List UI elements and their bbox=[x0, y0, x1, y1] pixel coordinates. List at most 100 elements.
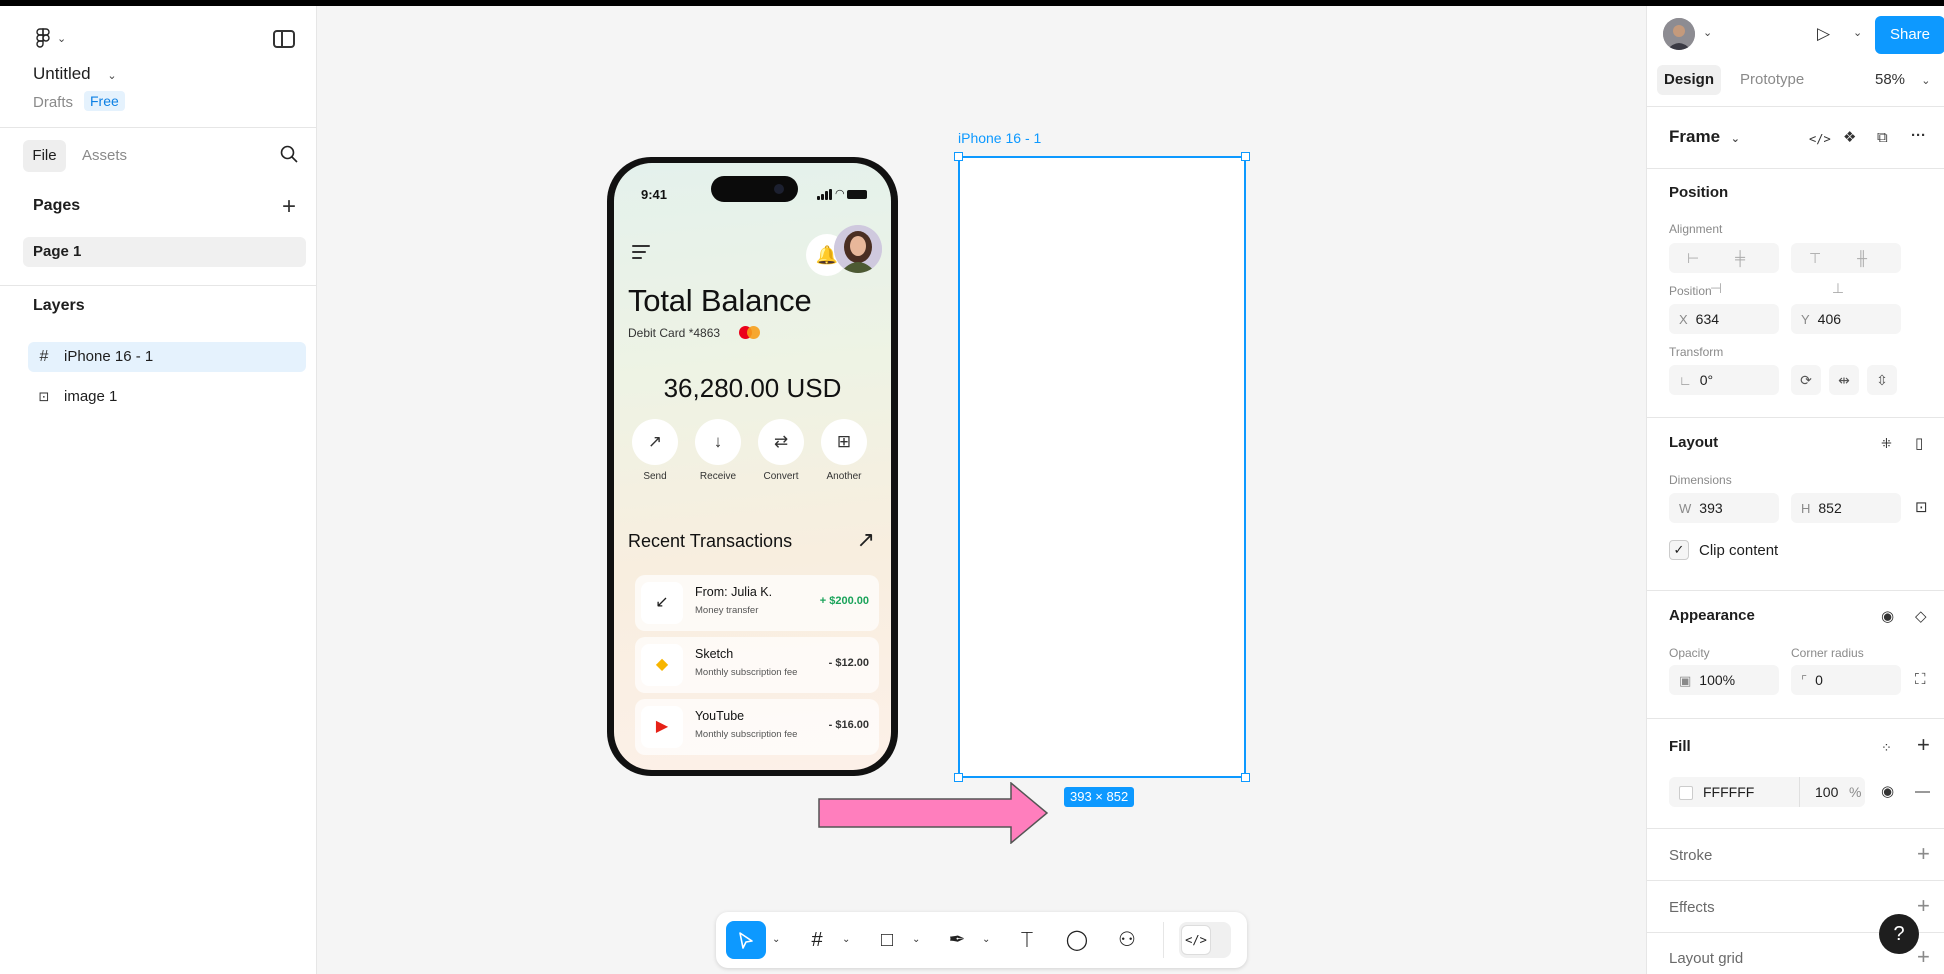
more-icon[interactable]: ··· bbox=[1911, 126, 1926, 146]
opacity-field[interactable]: ▣ 100% bbox=[1669, 665, 1779, 695]
divider bbox=[1647, 828, 1944, 829]
frame-type-dropdown[interactable]: Frame ⌄ bbox=[1669, 127, 1740, 147]
shape-tool[interactable]: □ bbox=[870, 921, 904, 959]
right-panel: ⌄ ▷ ⌄ Share Design Prototype 58% ⌄ Frame… bbox=[1646, 6, 1944, 974]
flip-horizontal-icon[interactable]: ⇹ bbox=[1829, 365, 1859, 395]
arrow-right-shape[interactable] bbox=[818, 782, 1048, 844]
chevron-down-icon[interactable]: ⌄ bbox=[772, 921, 780, 959]
width-value: 393 bbox=[1699, 500, 1723, 516]
fill-hex[interactable]: FFFFFF bbox=[1703, 784, 1754, 800]
eye-icon[interactable]: ◉ bbox=[1881, 782, 1894, 802]
remove-fill-minus-icon[interactable]: — bbox=[1915, 782, 1930, 802]
rotation-field[interactable]: ∟ 0° bbox=[1669, 365, 1779, 395]
figma-logo-icon[interactable] bbox=[35, 28, 51, 50]
resize-handle[interactable] bbox=[954, 773, 963, 782]
collapse-icon[interactable]: ⁜ bbox=[1881, 434, 1892, 454]
chevron-down-icon[interactable]: ⌄ bbox=[912, 921, 920, 959]
frame-label[interactable]: iPhone 16 - 1 bbox=[958, 130, 1041, 146]
independent-corners-icon[interactable]: ⛶ bbox=[1915, 670, 1926, 690]
resize-handle[interactable] bbox=[1241, 773, 1250, 782]
width-field[interactable]: W 393 bbox=[1669, 493, 1779, 523]
w-prefix: W bbox=[1679, 501, 1692, 516]
signal-bar bbox=[821, 194, 824, 200]
corner-radius-field[interactable]: ⌜ 0 bbox=[1791, 665, 1901, 695]
auto-layout-icon[interactable]: ▯ bbox=[1915, 434, 1923, 454]
drop-icon[interactable]: ◇ bbox=[1915, 607, 1927, 627]
mastercard-icon bbox=[739, 326, 761, 340]
chevron-down-icon[interactable]: ⌄ bbox=[982, 921, 990, 959]
layer-item-iphone-frame[interactable]: # iPhone 16 - 1 bbox=[28, 342, 306, 372]
phone-mockup-image[interactable]: 9:41 ◠ 🔔 Total Balance Debit Card *4863 … bbox=[607, 157, 898, 776]
transform-label: Transform bbox=[1669, 345, 1724, 359]
add-page-plus-icon[interactable]: + bbox=[282, 195, 296, 219]
plan-badge[interactable]: Free bbox=[84, 91, 125, 111]
styles-icon[interactable]: ⁘ bbox=[1881, 738, 1892, 758]
chevron-down-icon[interactable]: ⌄ bbox=[1703, 26, 1712, 39]
pen-tool[interactable]: ✒ bbox=[940, 921, 974, 959]
divider bbox=[1647, 590, 1944, 591]
sidebar-toggle-icon[interactable] bbox=[273, 30, 295, 48]
iphone-frame[interactable] bbox=[958, 156, 1246, 778]
code-icon[interactable]: </> bbox=[1809, 129, 1831, 149]
main-menu[interactable]: ⌄ bbox=[29, 24, 299, 54]
move-tool[interactable] bbox=[726, 921, 766, 959]
layer-item-image[interactable]: ⊡ image 1 bbox=[28, 382, 306, 412]
layout-section-title: Layout bbox=[1669, 434, 1719, 451]
horizontal-align-group[interactable]: ⊢ ╪ ⊣ bbox=[1669, 243, 1779, 296]
add-layout-grid-plus-icon[interactable]: + bbox=[1917, 946, 1930, 968]
tab-prototype[interactable]: Prototype bbox=[1740, 65, 1804, 95]
eye-icon[interactable]: ◉ bbox=[1881, 607, 1894, 627]
location-label[interactable]: Drafts bbox=[33, 94, 73, 111]
action-label: Send bbox=[643, 471, 667, 482]
recent-transactions-title: Recent Transactions bbox=[628, 531, 793, 551]
file-name-label[interactable]: Untitled bbox=[33, 64, 91, 83]
color-swatch[interactable] bbox=[1679, 786, 1693, 801]
hash-icon: # bbox=[811, 929, 823, 951]
fill-opacity[interactable]: 100 bbox=[1815, 777, 1838, 807]
chevron-down-icon[interactable]: ⌄ bbox=[842, 921, 850, 959]
chevron-down-icon[interactable]: ⌄ bbox=[107, 69, 116, 82]
comment-tool[interactable]: ◯ bbox=[1060, 921, 1094, 959]
resize-to-fit-icon[interactable]: ⊡ bbox=[1915, 498, 1928, 518]
text-tool[interactable]: T bbox=[1010, 921, 1044, 959]
actions-tool[interactable]: ⚇ bbox=[1110, 921, 1144, 959]
add-effect-plus-icon[interactable]: + bbox=[1917, 895, 1930, 917]
file-name[interactable]: Untitled ⌄ bbox=[33, 64, 117, 84]
left-panel: ⌄ Untitled ⌄ Drafts Free File Assets Pag… bbox=[0, 6, 317, 974]
search-icon[interactable] bbox=[280, 145, 298, 163]
tab-file[interactable]: File bbox=[23, 140, 66, 172]
chevron-down-icon[interactable]: ⌄ bbox=[57, 32, 66, 45]
bottom-toolbar: ⌄ # ⌄ □ ⌄ ✒ ⌄ T ◯ ⚇ </> bbox=[716, 912, 1247, 968]
resize-handle[interactable] bbox=[1241, 152, 1250, 161]
size-badge: 393 × 852 bbox=[1064, 787, 1135, 807]
text-icon: T bbox=[1020, 928, 1034, 952]
play-icon[interactable]: ▷ bbox=[1817, 24, 1830, 44]
chevron-down-icon[interactable]: ⌄ bbox=[1853, 26, 1862, 39]
action-receive: ↓ Receive bbox=[693, 419, 743, 483]
add-stroke-plus-icon[interactable]: + bbox=[1917, 843, 1930, 865]
resize-handle[interactable] bbox=[954, 152, 963, 161]
flip-vertical-icon[interactable]: ⇳ bbox=[1867, 365, 1897, 395]
percent-sign: % bbox=[1849, 784, 1862, 800]
y-field[interactable]: Y 406 bbox=[1791, 304, 1901, 334]
clip-content-checkbox[interactable]: ✓ bbox=[1669, 540, 1689, 560]
angle-icon: ∟ bbox=[1679, 373, 1692, 388]
page-item[interactable]: Page 1 bbox=[23, 237, 306, 267]
add-fill-plus-icon[interactable]: + bbox=[1917, 734, 1930, 756]
dev-mode-toggle[interactable]: </> bbox=[1179, 922, 1231, 958]
vertical-align-group[interactable]: ⊤ ╫ ⊥ bbox=[1791, 243, 1901, 296]
rotate-icon[interactable]: ⟳ bbox=[1791, 365, 1821, 395]
help-button[interactable]: ? bbox=[1879, 914, 1919, 954]
mask-icon[interactable]: ⧉ bbox=[1877, 128, 1888, 148]
tab-design[interactable]: Design bbox=[1657, 65, 1721, 95]
frame-tool[interactable]: # bbox=[800, 921, 834, 959]
component-icon[interactable]: ❖ bbox=[1843, 128, 1856, 148]
user-avatar[interactable] bbox=[1663, 18, 1695, 50]
transaction-item: ↙ From: Julia K. Money transfer + $200.0… bbox=[635, 575, 879, 631]
share-button[interactable]: Share bbox=[1875, 16, 1944, 54]
zoom-level[interactable]: 58% ⌄ bbox=[1875, 65, 1930, 96]
x-field[interactable]: X 634 bbox=[1669, 304, 1779, 334]
height-field[interactable]: H 852 bbox=[1791, 493, 1901, 523]
tab-assets[interactable]: Assets bbox=[82, 140, 127, 172]
fill-color-field[interactable]: FFFFFF 100 % bbox=[1669, 777, 1865, 807]
